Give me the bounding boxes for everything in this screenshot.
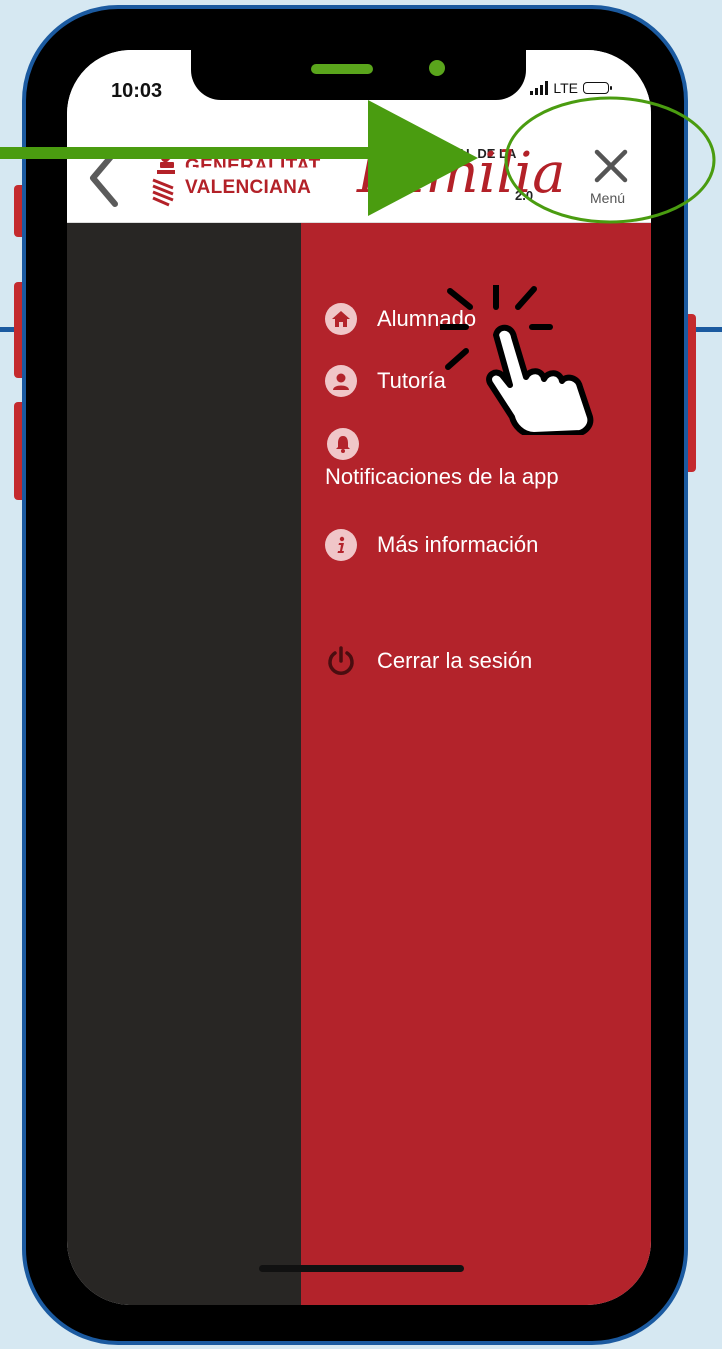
menu-item-label: Cerrar la sesión: [377, 648, 533, 673]
info-icon: [325, 529, 357, 561]
menu-item-cerrar-sesion[interactable]: Cerrar la sesión: [325, 645, 532, 677]
notch-camera: [429, 60, 445, 76]
user-icon: [325, 365, 357, 397]
tap-gesture-icon: [440, 285, 594, 435]
power-icon: [328, 646, 354, 675]
menu-item-label: Más información: [377, 532, 539, 557]
menu-item-label: Notificaciones de la app: [325, 464, 559, 489]
dimmed-content-overlay[interactable]: [67, 223, 301, 1305]
notch: [191, 50, 526, 100]
home-indicator[interactable]: [259, 1265, 464, 1272]
arrow-right-icon: [0, 100, 478, 216]
menu-item-mas-informacion[interactable]: Más información: [325, 529, 538, 561]
menu-item-notificaciones[interactable]: Notificaciones de la app: [325, 428, 559, 490]
home-icon: [325, 303, 357, 335]
menu-item-label: Tutoría: [377, 368, 446, 393]
notch-speaker: [311, 64, 373, 74]
phone-screen: 10:03 LTE GENERALITAT VALENCIANA DE LA F…: [67, 50, 651, 1305]
menu-item-tutoria[interactable]: Tutoría: [325, 365, 446, 397]
bell-icon: [327, 428, 359, 460]
highlight-circle-icon: [504, 96, 716, 224]
